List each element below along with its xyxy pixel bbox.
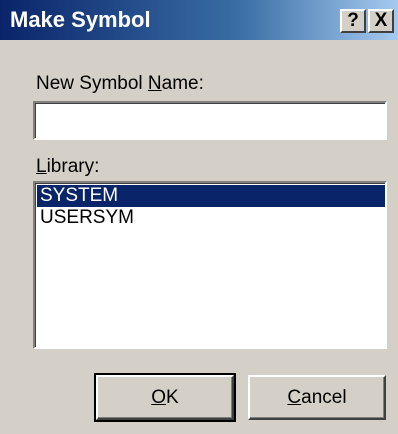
symbol-name-label: New Symbol Name: [36, 73, 204, 94]
title-bar[interactable]: Make Symbol ? X [0, 0, 398, 40]
cancel-button[interactable]: Cancel [248, 375, 386, 420]
ok-button[interactable]: OK [94, 373, 236, 422]
library-label: Library: [36, 156, 100, 177]
help-icon: ? [347, 10, 359, 31]
symbol-name-input[interactable] [33, 101, 387, 140]
close-button[interactable]: X [368, 9, 394, 33]
close-icon: X [374, 10, 388, 31]
library-item-system[interactable]: SYSTEM [37, 185, 385, 207]
library-listbox[interactable]: SYSTEM USERSYM [33, 181, 387, 349]
library-item-usersym[interactable]: USERSYM [37, 207, 385, 229]
make-symbol-dialog: Make Symbol ? X New Symbol Name: Library… [0, 0, 398, 434]
dialog-title: Make Symbol [10, 7, 151, 32]
help-button[interactable]: ? [340, 9, 366, 33]
